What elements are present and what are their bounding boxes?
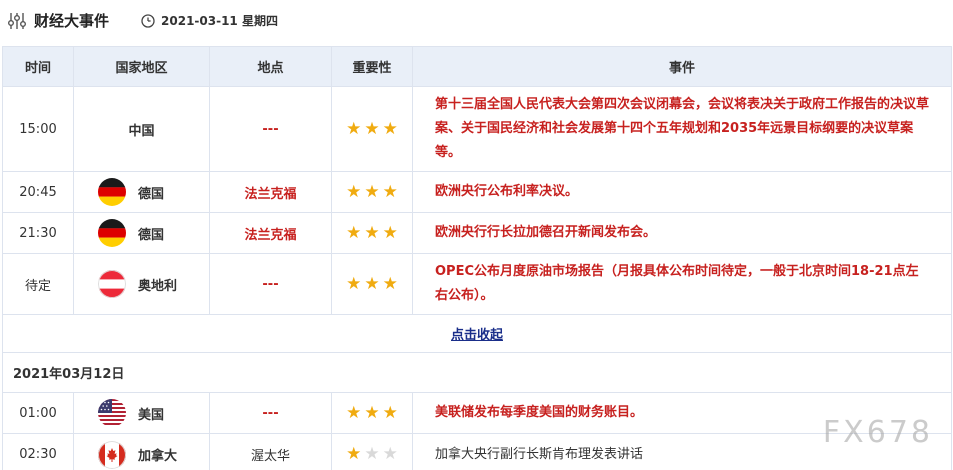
austria-flag-icon <box>98 270 126 298</box>
date-section-row: 2021年03月12日 <box>2 352 952 393</box>
star-icon: ★ <box>382 222 398 243</box>
star-icon: ★ <box>364 181 380 202</box>
star-icon: ★ <box>364 444 380 464</box>
event-description: OPEC公布月度原油市场报告（月报具体公布时间待定，一般于北京时间18-21点左… <box>412 253 952 315</box>
country-name: 德国 <box>138 186 165 202</box>
star-icon: ★ <box>346 181 362 202</box>
event-place: 法兰克福 <box>244 186 297 202</box>
event-time: 01:00 <box>2 392 74 434</box>
page-header: 财经大事件 2021-03-11 星期四 <box>0 0 953 41</box>
star-icon: ★ <box>364 273 380 294</box>
star-icon: ★ <box>346 118 362 139</box>
column-header-time: 时间 <box>2 46 74 87</box>
current-date: 2021-03-11 星期四 <box>161 14 278 28</box>
star-icon: ★ <box>364 402 380 423</box>
importance-stars: ★ ★ ★ <box>346 181 398 202</box>
star-icon: ★ <box>346 402 362 423</box>
table-row[interactable]: 15:00 中国 --- ★ ★ ★ 第十三届全国人民代表大会第四次会议闭幕会，会议将表决关… <box>2 86 952 172</box>
table-row[interactable]: 待定 奥地利 --- ★ ★ ★ OPEC公布月度原油市场报告（月报具体公布时间待定，一般于… <box>2 253 952 315</box>
event-time: 21:30 <box>2 212 74 254</box>
country-name: 德国 <box>138 227 165 243</box>
event-description: 欧洲央行公布利率决议。 <box>412 171 952 213</box>
country-name: 中国 <box>128 123 155 139</box>
star-icon: ★ <box>346 222 362 243</box>
importance-stars: ★ ★ ★ <box>346 222 398 243</box>
table-row[interactable]: 01:00 美国 --- ★ ★ ★ 美联储发布每季度美国的财务账目。 <box>2 392 952 434</box>
column-header-country: 国家地区 <box>73 46 210 87</box>
country-name: 奥地利 <box>138 278 178 294</box>
event-time: 15:00 <box>2 86 74 172</box>
importance-stars: ★ ★ ★ <box>346 446 398 463</box>
importance-stars: ★ ★ ★ <box>346 273 398 294</box>
event-time: 待定 <box>2 253 74 315</box>
star-icon: ★ <box>364 118 380 139</box>
table-row[interactable]: 02:30 加拿大 渥太华 ★ ★ ★ 加拿大央行副行长斯肯布理发表讲话 <box>2 433 952 470</box>
usa-flag-icon <box>98 399 126 427</box>
collapse-row: 点击收起 <box>2 314 952 353</box>
column-header-importance: 重要性 <box>331 46 413 87</box>
clock-icon <box>141 13 155 28</box>
event-place: --- <box>262 405 279 421</box>
star-icon: ★ <box>346 273 362 294</box>
column-header-event: 事件 <box>412 46 952 87</box>
events-table: 时间 国家地区 地点 重要性 事件 15:00 中国 --- ★ ★ ★ 第十三届全国人民代… <box>2 46 952 470</box>
event-time: 20:45 <box>2 171 74 213</box>
star-icon: ★ <box>346 444 362 464</box>
table-header-row: 时间 国家地区 地点 重要性 事件 <box>2 46 952 87</box>
country-name: 加拿大 <box>138 449 178 464</box>
table-row[interactable]: 21:30 德国 法兰克福 ★ ★ ★ 欧洲央行行长拉加德召开新闻发布会。 <box>2 212 952 254</box>
star-icon: ★ <box>364 222 380 243</box>
event-place: --- <box>262 121 279 137</box>
star-icon: ★ <box>382 402 398 423</box>
star-icon: ★ <box>382 181 398 202</box>
canada-flag-icon <box>98 440 126 469</box>
column-header-place: 地点 <box>209 46 332 87</box>
importance-stars: ★ ★ ★ <box>346 402 398 423</box>
filter-sliders-icon[interactable] <box>6 10 28 32</box>
table-row[interactable]: 20:45 德国 法兰克福 ★ ★ ★ 欧洲央行公布利率决议。 <box>2 171 952 213</box>
event-place: 渥太华 <box>250 449 290 464</box>
germany-flag-icon <box>98 219 126 247</box>
star-icon: ★ <box>382 273 398 294</box>
page-title: 财经大事件 <box>34 12 110 30</box>
star-icon: ★ <box>382 444 398 464</box>
collapse-link[interactable]: 点击收起 <box>451 328 503 343</box>
event-description: 欧洲央行行长拉加德召开新闻发布会。 <box>412 212 952 254</box>
date-section-label: 2021年03月12日 <box>2 352 952 393</box>
event-time: 02:30 <box>2 433 74 470</box>
event-description: 第十三届全国人民代表大会第四次会议闭幕会，会议将表决关于政府工作报告的决议草案、… <box>412 86 952 172</box>
watermark: FX678 <box>822 415 933 450</box>
event-place: 法兰克福 <box>244 227 297 243</box>
germany-flag-icon <box>98 178 126 206</box>
country-name: 美国 <box>138 407 165 423</box>
star-icon: ★ <box>382 118 398 139</box>
event-place: --- <box>262 276 279 292</box>
importance-stars: ★ ★ ★ <box>346 118 398 139</box>
